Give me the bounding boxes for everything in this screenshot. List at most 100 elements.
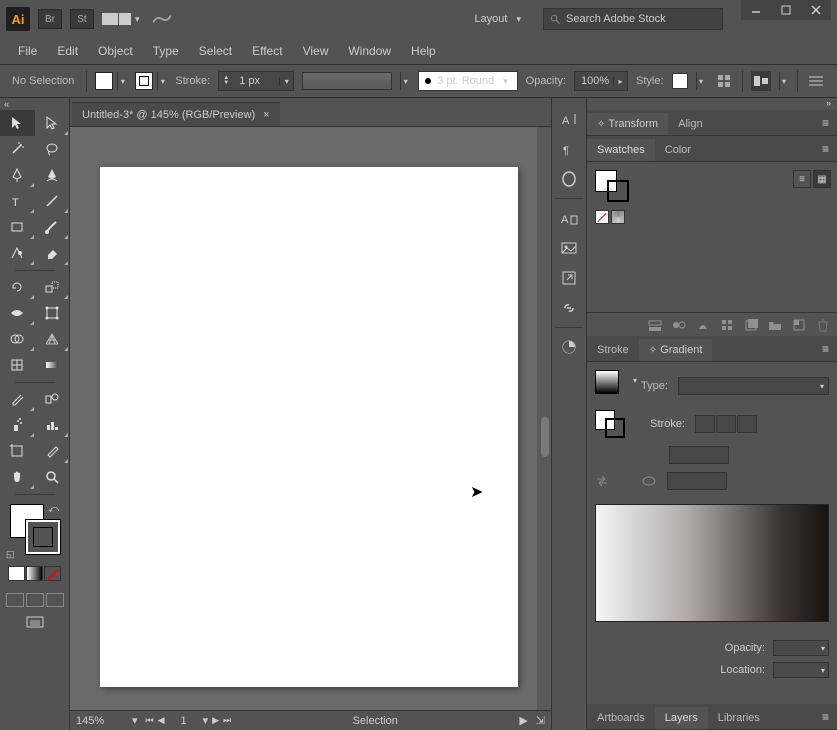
stroke-weight-field[interactable]: ▲▼ 1 px ▾ [218,71,294,91]
symbol-sprayer-tool[interactable] [0,412,35,438]
swatch-none[interactable] [595,210,609,224]
stroke-grad-1[interactable] [695,415,715,433]
panel-menu-icon[interactable]: ≡ [814,337,837,361]
stepper-icon[interactable]: ▲▼ [219,74,233,88]
swatch-registration[interactable] [611,210,625,224]
appearance-panel-icon[interactable] [555,332,583,362]
menu-object[interactable]: Object [88,40,143,62]
line-tool[interactable] [35,188,70,214]
close-button[interactable] [801,0,831,20]
minimize-button[interactable] [741,0,771,20]
recolor-icon[interactable] [714,71,734,91]
status-expand-icon[interactable]: ⇲ [536,714,545,727]
tab-artboards[interactable]: Artboards [587,707,655,729]
panel-menu-icon[interactable]: ≡ [814,137,837,161]
none-mode[interactable] [44,566,61,581]
menu-view[interactable]: View [293,40,339,62]
stock-search[interactable]: Search Adobe Stock [543,8,723,30]
tab-gradient[interactable]: ✧Gradient [639,339,713,361]
stroke-swatch[interactable] [135,72,153,90]
pen-tool[interactable] [0,162,35,188]
width-tool[interactable] [0,300,35,326]
stroke-box[interactable] [607,180,629,202]
align-dropdown[interactable]: ▾ [779,72,789,90]
stock-button[interactable]: St [70,9,94,29]
canvas[interactable]: ➤ [70,126,551,710]
artboard[interactable] [100,167,518,687]
swatches-fill-stroke[interactable] [595,170,635,204]
aspect-ratio-icon[interactable] [641,474,657,488]
tab-align[interactable]: Align [668,113,712,135]
first-artboard-icon[interactable]: ⏮ [146,715,154,726]
arrange-documents[interactable]: ▾ [102,13,143,25]
rotate-tool[interactable] [0,274,35,300]
menu-type[interactable]: Type [143,40,189,62]
gradient-swatch[interactable] [595,370,619,394]
prev-artboard-icon[interactable]: ◀ [158,715,165,726]
tab-layers[interactable]: Layers [655,707,708,729]
paintbrush-tool[interactable] [35,214,70,240]
free-transform-tool[interactable] [35,300,70,326]
list-view-icon[interactable]: ≡ [793,170,811,188]
stroke-dropdown[interactable]: ▾ [157,72,167,90]
panel-collapse-icon[interactable]: « [0,98,69,110]
last-artboard-icon[interactable]: ⏭ [223,715,231,726]
scrollbar-thumb[interactable] [541,417,549,457]
panel-expand-icon[interactable]: » [587,98,837,110]
column-graph-tool[interactable] [35,412,70,438]
app-logo[interactable]: Ai [6,7,30,31]
tab-swatches[interactable]: Swatches [587,139,655,161]
color-mode[interactable] [8,566,25,581]
gradient-type-dropdown[interactable]: ▾ [678,377,829,395]
hand-tool[interactable] [0,464,35,490]
library-menu-icon[interactable] [647,317,663,333]
export-panel-icon[interactable] [555,263,583,293]
grad-stroke-box[interactable] [605,418,625,438]
stop-location-field[interactable]: ▾ [773,662,829,678]
artboard-number[interactable]: 1 [169,715,199,727]
chevron-down-icon[interactable]: ▾ [279,77,293,86]
tab-libraries[interactable]: Libraries [708,707,770,729]
show-kinds-icon[interactable] [671,317,687,333]
aspect-field[interactable] [667,472,727,490]
tab-transform[interactable]: ✧Transform [587,113,668,135]
menu-window[interactable]: Window [338,40,401,62]
gradient-mode[interactable] [26,566,43,581]
character-panel-icon[interactable]: A [555,104,583,134]
shape-builder-tool[interactable] [0,326,35,352]
new-swatch-icon[interactable] [743,317,759,333]
paragraph-panel-icon[interactable]: ¶ [555,134,583,164]
maximize-button[interactable] [771,0,801,20]
align-icon[interactable] [751,71,771,91]
chevron-down-icon[interactable]: ▾ [633,376,637,385]
graphic-style-swatch[interactable] [672,73,688,89]
opacity-field[interactable]: 100% ▸ [574,71,628,91]
slice-tool[interactable] [35,438,70,464]
fill-stroke-control[interactable]: ⤺ ◱ [6,502,63,560]
menu-file[interactable]: File [8,40,47,62]
draw-inside[interactable] [46,593,64,607]
workspace-switcher[interactable]: Layout ▾ [463,8,535,30]
bridge-button[interactable]: Br [38,9,62,29]
close-icon[interactable]: × [263,109,269,121]
next-artboard-icon[interactable]: ▶ [212,715,219,726]
curvature-tool[interactable] [35,162,70,188]
scale-tool[interactable] [35,274,70,300]
angle-field[interactable] [669,446,729,464]
rectangle-tool[interactable] [0,214,35,240]
direct-selection-tool[interactable] [35,110,70,136]
stop-opacity-field[interactable]: ▾ [773,640,829,656]
profile-dropdown[interactable]: ▾ [400,72,410,90]
vertical-scrollbar[interactable] [537,127,551,710]
grid-view-icon[interactable]: ▦ [813,170,831,188]
tab-color[interactable]: Color [655,139,701,161]
artboard-tool[interactable] [0,438,35,464]
char-styles-panel-icon[interactable]: A [555,203,583,233]
perspective-grid-tool[interactable] [35,326,70,352]
reverse-gradient-icon[interactable] [595,474,609,488]
menu-edit[interactable]: Edit [47,40,88,62]
chevron-down-icon[interactable]: ▾ [132,714,138,727]
type-tool[interactable]: T [0,188,35,214]
swatch-options-icon[interactable] [695,317,711,333]
chevron-right-icon[interactable]: ▸ [613,77,627,86]
